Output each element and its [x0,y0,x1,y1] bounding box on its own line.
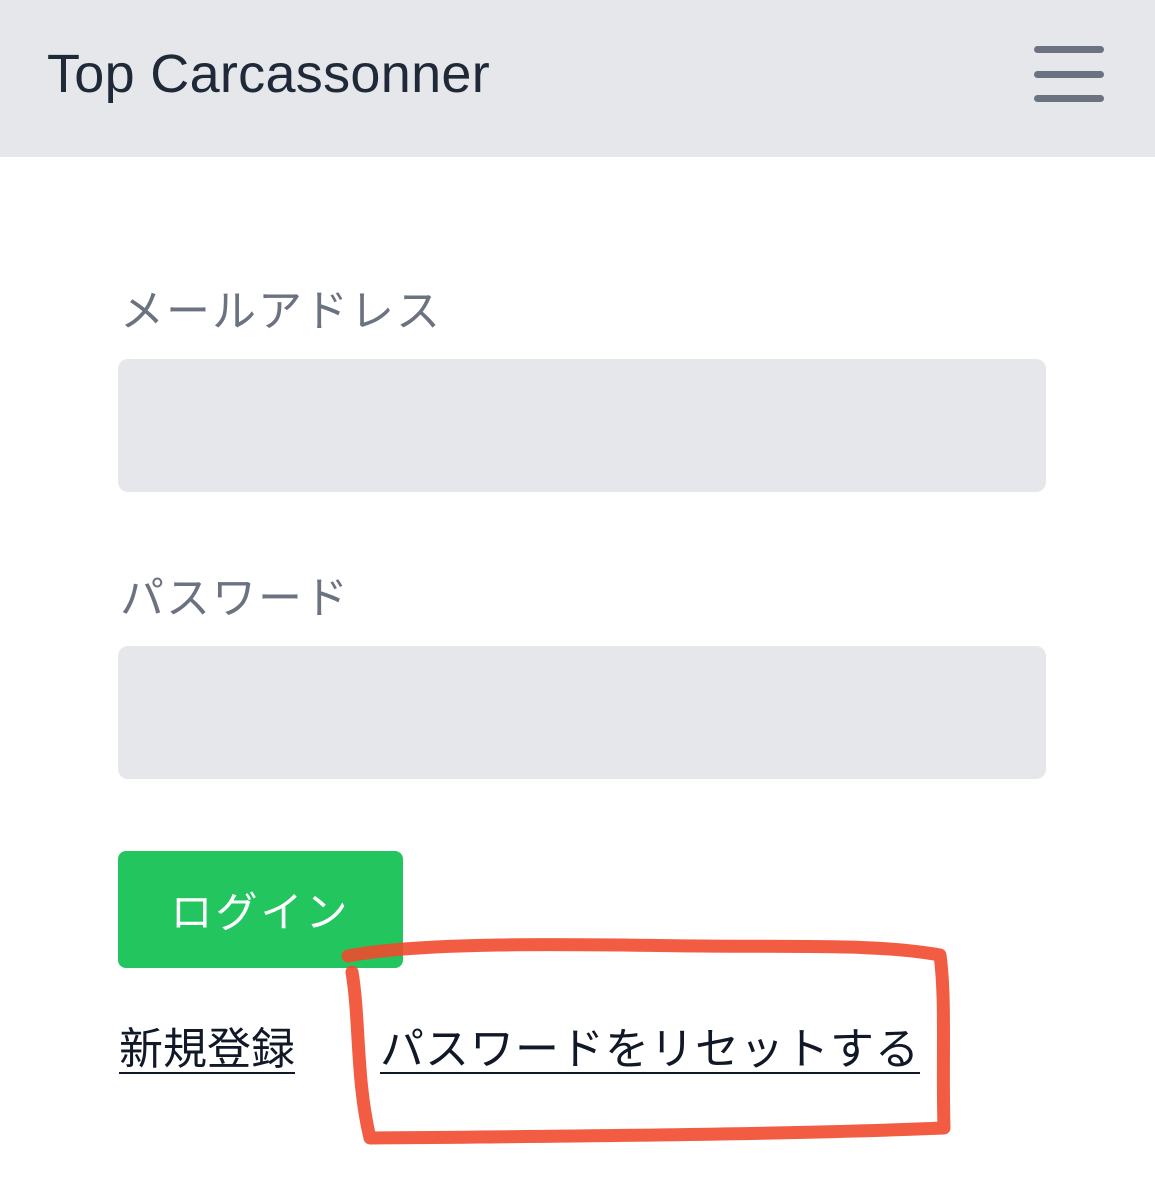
reset-password-link[interactable]: パスワードをリセットする [380,1018,920,1082]
login-button[interactable]: ログイン [118,851,403,968]
password-label: パスワード [120,573,350,624]
email-field[interactable] [118,359,1046,492]
menu-bar-top [1034,46,1104,53]
email-label: メールアドレス [120,286,442,337]
register-link[interactable]: 新規登録 [119,1018,295,1082]
login-page: Top Carcassonner メールアドレス パスワード ログイン 新規登録… [0,0,1155,1200]
menu-bar-bottom [1034,95,1104,102]
menu-bar-middle [1034,71,1104,78]
navbar: Top Carcassonner [0,0,1155,157]
password-field[interactable] [118,646,1046,779]
hamburger-menu-icon[interactable] [1030,44,1106,106]
brand-title[interactable]: Top Carcassonner [47,40,490,108]
